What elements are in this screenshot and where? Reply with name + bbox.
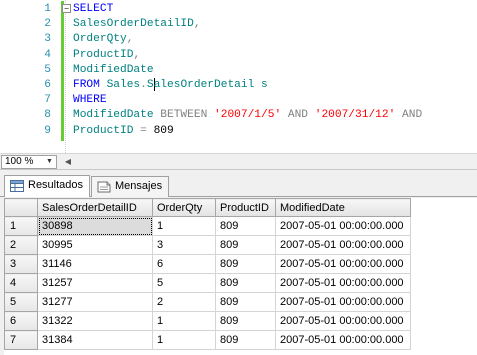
table-row[interactable]: 7 31384 1 809 2007-05-01 00:00:00.000 xyxy=(4,330,411,350)
change-tracking-bar xyxy=(61,1,64,141)
code-text: ProductID = 809 xyxy=(73,122,174,140)
code-token: OrderQty xyxy=(73,33,127,46)
scroll-left-icon[interactable]: ◀ xyxy=(62,155,74,169)
table-cell[interactable]: 6 xyxy=(152,254,216,274)
code-line[interactable]: 9 ProductID = 809 xyxy=(0,122,173,140)
code-token: , xyxy=(133,48,141,61)
code-token: s xyxy=(254,79,268,91)
line-number: 9 xyxy=(44,124,51,137)
tab-messages-label: Mensajes xyxy=(115,180,163,192)
table-cell[interactable]: 809 xyxy=(215,330,276,350)
table-row[interactable]: 1 30898 1 809 2007-05-01 00:00:00.000 xyxy=(4,216,411,236)
table-row[interactable]: 3 31146 6 809 2007-05-01 00:00:00.000 xyxy=(4,254,411,274)
table-cell[interactable]: 30898 xyxy=(37,216,153,236)
messages-icon xyxy=(97,181,111,193)
table-cell[interactable]: 31322 xyxy=(37,311,153,331)
code-token: WHERE xyxy=(73,94,107,107)
table-cell[interactable]: 1 xyxy=(152,330,216,350)
code-token: BETWEEN xyxy=(153,109,215,122)
chevron-down-icon[interactable]: ▼ xyxy=(44,156,55,168)
grid-body: 1 30898 1 809 2007-05-01 00:00:00.000 2 30995 3… xyxy=(4,216,411,350)
column-header[interactable]: ModifiedDate xyxy=(275,198,411,217)
row-number[interactable]: 1 xyxy=(4,216,38,236)
table-cell[interactable]: 809 xyxy=(215,273,276,293)
table-row[interactable]: 5 31277 2 809 2007-05-01 00:00:00.000 xyxy=(4,292,411,312)
code-token: Sales xyxy=(106,79,141,91)
results-tabs: Resultados Mensajes xyxy=(0,170,477,197)
table-cell[interactable]: 31384 xyxy=(37,330,153,350)
code-token: = xyxy=(133,124,154,137)
code-token: AND xyxy=(395,109,423,122)
code-token: . xyxy=(140,79,147,91)
table-cell[interactable]: 31277 xyxy=(37,292,153,312)
code-token: S xyxy=(146,79,154,91)
results-pane: Resultados Mensajes SalesOrderDetailID O… xyxy=(0,170,477,355)
table-cell[interactable]: 5 xyxy=(152,273,216,293)
code-token: ProductID xyxy=(73,48,134,61)
row-number[interactable]: 3 xyxy=(4,254,38,274)
code-token: '2007/1/5' xyxy=(214,109,282,122)
table-cell[interactable]: 31146 xyxy=(37,254,153,274)
row-number[interactable]: 2 xyxy=(4,235,38,255)
code-token: SELECT xyxy=(73,3,114,15)
grid-corner[interactable] xyxy=(4,198,38,217)
table-cell[interactable]: 2007-05-01 00:00:00.000 xyxy=(275,235,411,255)
tab-results[interactable]: Resultados xyxy=(4,175,90,197)
code-token: , xyxy=(193,18,201,31)
code-token: 809 xyxy=(153,124,174,137)
table-cell[interactable]: 2007-05-01 00:00:00.000 xyxy=(275,330,411,350)
table-cell[interactable]: 2007-05-01 00:00:00.000 xyxy=(275,311,411,331)
table-cell[interactable]: 809 xyxy=(215,292,276,312)
table-cell[interactable]: 2007-05-01 00:00:00.000 xyxy=(275,254,411,274)
zoom-value: 100 % xyxy=(5,156,34,167)
table-cell[interactable]: 31257 xyxy=(37,273,153,293)
editor-margin xyxy=(65,0,66,153)
row-number[interactable]: 6 xyxy=(4,311,38,331)
results-table: SalesOrderDetailID OrderQty ProductID Mo… xyxy=(4,198,411,350)
table-cell[interactable]: 809 xyxy=(215,235,276,255)
collapse-icon[interactable]: − xyxy=(62,4,71,13)
code-token: ModifiedDate xyxy=(73,109,154,122)
table-row[interactable]: 6 31322 1 809 2007-05-01 00:00:00.000 xyxy=(4,311,411,331)
column-header[interactable]: ProductID xyxy=(215,198,276,217)
tab-results-label: Resultados xyxy=(28,179,84,191)
code-token: '2007/31/12' xyxy=(314,109,396,122)
code-token: ModifiedDate xyxy=(73,63,154,76)
table-cell[interactable]: 3 xyxy=(152,235,216,255)
table-cell[interactable]: 809 xyxy=(215,311,276,331)
table-cell[interactable]: 809 xyxy=(215,216,276,236)
table-row[interactable]: 2 30995 3 809 2007-05-01 00:00:00.000 xyxy=(4,235,411,255)
table-cell[interactable]: 2007-05-01 00:00:00.000 xyxy=(275,292,411,312)
header-row: SalesOrderDetailID OrderQty ProductID Mo… xyxy=(4,198,411,217)
code-token: alesOrderDetail xyxy=(153,79,255,91)
code-token: , xyxy=(126,33,134,46)
zoom-dropdown[interactable]: 100 % ▼ xyxy=(1,155,57,169)
table-cell[interactable]: 809 xyxy=(215,254,276,274)
table-cell[interactable]: 2007-05-01 00:00:00.000 xyxy=(275,216,411,236)
sql-editor[interactable]: − 1 SELECT 2 SalesOrderDetailID, 3 OrderQty, 4… xyxy=(0,0,477,153)
results-grid[interactable]: SalesOrderDetailID OrderQty ProductID Mo… xyxy=(4,198,477,355)
code-token: ProductID xyxy=(73,124,134,137)
table-cell[interactable]: 1 xyxy=(152,311,216,331)
tab-messages[interactable]: Mensajes xyxy=(91,176,169,197)
table-row[interactable]: 4 31257 5 809 2007-05-01 00:00:00.000 xyxy=(4,273,411,293)
table-cell[interactable]: 30995 xyxy=(37,235,153,255)
editor-status-strip: 100 % ▼ ◀ xyxy=(0,153,477,170)
grid-icon xyxy=(10,180,24,192)
table-cell[interactable]: 1 xyxy=(152,216,216,236)
column-header[interactable]: OrderQty xyxy=(152,198,216,217)
row-number[interactable]: 5 xyxy=(4,292,38,312)
code-token: SalesOrderDetailID xyxy=(73,18,194,31)
code-token: AND xyxy=(281,109,315,122)
row-number[interactable]: 7 xyxy=(4,330,38,350)
table-cell[interactable]: 2007-05-01 00:00:00.000 xyxy=(275,273,411,293)
table-cell[interactable]: 2 xyxy=(152,292,216,312)
column-header[interactable]: SalesOrderDetailID xyxy=(37,198,153,217)
code-token: FROM xyxy=(73,79,107,91)
row-number[interactable]: 4 xyxy=(4,273,38,293)
